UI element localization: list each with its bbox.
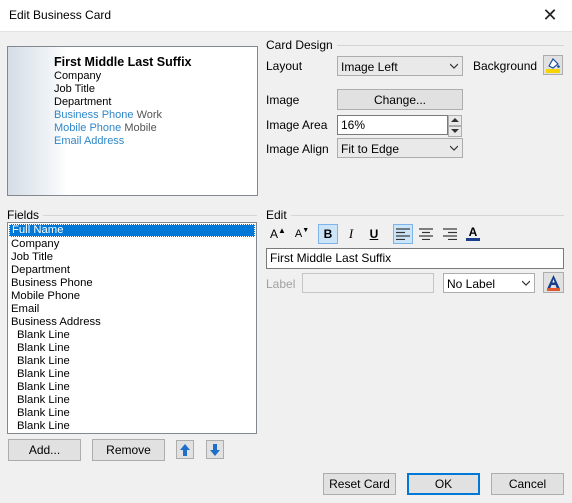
reset-card-button[interactable]: Reset Card	[323, 473, 396, 495]
arrow-down-icon	[210, 443, 220, 456]
field-list-item[interactable]: Blank Line	[8, 329, 256, 342]
label-color-button[interactable]	[543, 272, 564, 293]
label-position-value: No Label	[447, 277, 496, 291]
paint-bucket-icon	[546, 58, 560, 73]
image-label: Image	[266, 93, 300, 107]
fields-list[interactable]: Full Name Company Job Title Department Busin…	[7, 222, 257, 434]
italic-button[interactable]: I	[341, 224, 361, 244]
grow-font-button[interactable]: A ▲	[268, 224, 288, 244]
window-title: Edit Business Card	[9, 8, 112, 22]
label-color-icon	[547, 275, 560, 291]
close-icon[interactable]: ✕	[528, 0, 572, 31]
font-color-icon: A	[468, 224, 478, 239]
preview-company: Company	[54, 70, 102, 82]
field-list-item[interactable]: Business Address	[8, 316, 256, 329]
move-up-button[interactable]	[176, 440, 194, 459]
label-text-input[interactable]	[302, 273, 434, 293]
edit-group-label: Edit	[266, 208, 291, 222]
field-list-item[interactable]: Blank Line	[8, 342, 256, 355]
preview-business-phone-line: Business Phone Work	[54, 109, 192, 122]
field-list-item[interactable]: Mobile Phone	[8, 290, 256, 303]
field-list-item[interactable]: Department	[8, 264, 256, 277]
cancel-button[interactable]: Cancel	[491, 473, 564, 495]
field-list-item[interactable]: Blank Line	[8, 420, 256, 433]
field-list-item[interactable]: Blank Line	[8, 368, 256, 381]
fields-list-items: Full Name Company Job Title Department Busin…	[8, 224, 256, 433]
arrow-down-icon	[451, 129, 459, 133]
preview-job-title: Job Title	[54, 83, 95, 95]
label-label: Label	[266, 277, 296, 291]
preview-mobile-phone-line: Mobile Phone Mobile	[54, 122, 192, 135]
edit-divider	[266, 215, 564, 216]
field-list-item[interactable]: Blank Line	[8, 381, 256, 394]
preview-mobile-phone-label: Mobile	[124, 122, 157, 134]
align-right-button[interactable]	[440, 224, 460, 244]
image-align-label: Image Align	[266, 142, 329, 156]
chevron-down-icon	[522, 280, 530, 286]
background-label: Background	[473, 59, 538, 73]
field-list-item[interactable]: Full Name	[9, 224, 255, 237]
preview-email: Email Address	[54, 135, 125, 147]
fields-group-label: Fields	[7, 208, 44, 222]
chevron-down-icon	[450, 63, 458, 69]
preview-department: Department	[54, 96, 112, 108]
spin-up-button[interactable]	[448, 115, 462, 126]
shrink-font-icon: A	[294, 228, 303, 240]
image-area-input[interactable]: 16%	[337, 115, 448, 135]
font-color-button[interactable]: A	[463, 223, 483, 243]
image-area-spinner[interactable]	[448, 115, 462, 137]
move-down-button[interactable]	[206, 440, 224, 459]
field-list-item[interactable]: Blank Line	[8, 407, 256, 420]
align-left-icon	[396, 228, 410, 240]
chevron-down-icon	[450, 145, 458, 151]
label-position-select[interactable]: No Label	[443, 273, 535, 293]
field-list-item[interactable]: Blank Line	[8, 394, 256, 407]
preview-business-phone-label: Work	[136, 109, 163, 121]
field-list-item[interactable]: Job Title	[8, 251, 256, 264]
arrow-up-icon	[180, 443, 190, 456]
bold-button[interactable]: B	[318, 224, 338, 244]
grow-font-icon: A	[270, 227, 279, 241]
align-center-button[interactable]	[416, 224, 436, 244]
underline-button[interactable]: U	[364, 224, 384, 244]
preview-mobile-phone: Mobile Phone	[54, 122, 122, 134]
preview-name: First Middle Last Suffix	[54, 55, 192, 69]
card-design-group-label: Card Design	[266, 38, 337, 52]
field-list-item[interactable]: Blank Line	[8, 355, 256, 368]
change-image-button[interactable]: Change...	[337, 89, 463, 110]
layout-select[interactable]: Image Left	[337, 56, 463, 76]
align-right-icon	[443, 228, 457, 240]
fields-divider	[7, 215, 257, 216]
layout-label: Layout	[266, 59, 303, 73]
field-list-item[interactable]: Email	[8, 303, 256, 316]
shrink-font-button[interactable]: A ▼	[292, 224, 312, 244]
image-align-select[interactable]: Fit to Edge	[337, 138, 463, 158]
field-list-item[interactable]: Business Phone	[8, 277, 256, 290]
image-area-label: Image Area	[266, 118, 328, 132]
font-color-swatch	[466, 237, 480, 241]
edit-text-input[interactable]: First Middle Last Suffix	[266, 248, 564, 269]
preview-business-phone: Business Phone	[54, 109, 134, 121]
ok-button[interactable]: OK	[407, 473, 480, 495]
align-left-button[interactable]	[393, 224, 413, 244]
layout-value: Image Left	[341, 60, 398, 74]
spin-down-button[interactable]	[448, 126, 462, 137]
image-align-value: Fit to Edge	[341, 142, 400, 156]
arrow-up-icon	[451, 118, 459, 122]
title-bar: Edit Business Card ✕	[0, 0, 572, 32]
align-center-icon	[419, 228, 433, 240]
background-color-button[interactable]	[543, 55, 563, 75]
add-field-button[interactable]: Add...	[8, 439, 81, 461]
remove-field-button[interactable]: Remove	[92, 439, 165, 461]
card-text: First Middle Last Suffix Company Job Tit…	[54, 55, 192, 148]
card-preview: First Middle Last Suffix Company Job Tit…	[7, 46, 258, 196]
field-list-item[interactable]: Company	[8, 238, 256, 251]
